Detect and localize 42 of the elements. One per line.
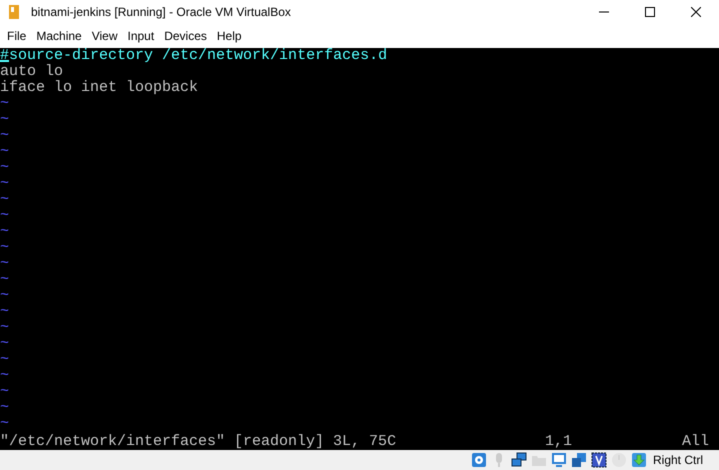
windows-icon[interactable] [570, 452, 587, 468]
empty-line-marker: ~ [0, 112, 10, 128]
scroll-position: All [682, 434, 709, 450]
down-arrow-icon[interactable] [630, 452, 647, 468]
file-status: "/etc/network/interfaces" [readonly] 3L, 75C [0, 434, 396, 450]
empty-line-marker: ~ [0, 352, 10, 368]
empty-line-marker: ~ [0, 272, 10, 288]
menu-item[interactable]: Help [212, 27, 247, 45]
empty-line-marker: ~ [0, 192, 10, 208]
empty-line-marker: ~ [0, 144, 10, 160]
display-icon[interactable] [550, 452, 567, 468]
empty-line-marker: ~ [0, 384, 10, 400]
empty-line-marker: ~ [0, 128, 10, 144]
empty-line-marker: ~ [0, 160, 10, 176]
empty-line-marker: ~ [0, 208, 10, 224]
terminal-line: auto lo [0, 64, 64, 80]
empty-line-marker: ~ [0, 320, 10, 336]
empty-line-marker: ~ [0, 368, 10, 384]
menu-item[interactable]: Devices [159, 27, 212, 45]
menu-item[interactable]: Machine [31, 27, 87, 45]
network-icon[interactable] [510, 452, 527, 468]
terminal-line: #source-directory /etc/network/interfaces.d [0, 48, 388, 64]
empty-line-marker: ~ [0, 416, 10, 432]
window-title: bitnami-jenkins [Running] - Oracle VM VirtualBox [31, 4, 291, 21]
empty-line-marker: ~ [0, 96, 10, 112]
maximize-icon [645, 7, 655, 17]
menu-item[interactable]: Input [122, 27, 160, 45]
close-icon [691, 7, 701, 17]
host-key-label: Right Ctrl [652, 452, 703, 469]
v-chip-icon[interactable] [590, 452, 607, 468]
empty-line-marker: ~ [0, 240, 10, 256]
empty-line-marker: ~ [0, 400, 10, 416]
empty-line-marker: ~ [0, 336, 10, 352]
empty-line-marker: ~ [0, 288, 10, 304]
empty-line-marker: ~ [0, 256, 10, 272]
terminal-line: iface lo inet loopback [0, 80, 200, 96]
menu-item[interactable]: View [86, 27, 122, 45]
empty-line-marker: ~ [0, 224, 10, 240]
empty-line-marker: ~ [0, 176, 10, 192]
menu-item[interactable]: File [2, 27, 32, 45]
empty-line-marker: ~ [0, 304, 10, 320]
cursor-position: 1,1 [544, 434, 572, 450]
